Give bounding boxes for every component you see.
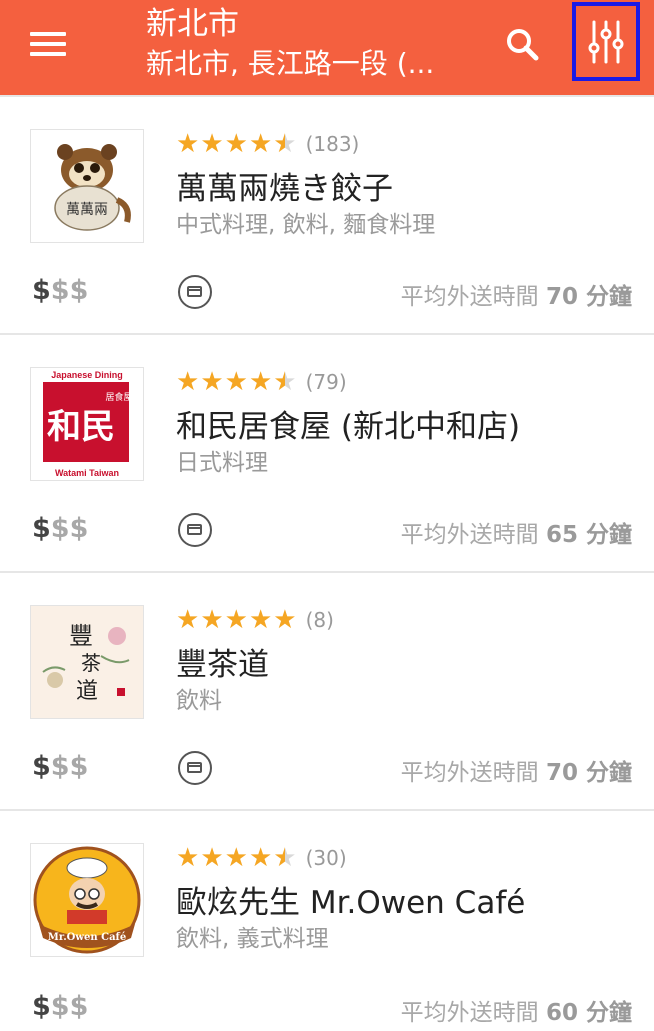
owen-banner-text: Mr.Owen Café <box>48 932 126 943</box>
watami-top-text: Japanese Dining <box>51 370 123 380</box>
star-icon: ★ <box>200 129 224 159</box>
price-level: $$$ <box>32 513 89 544</box>
location-selector[interactable]: 新北市 新北市, 長江路一段 (... <box>146 4 486 84</box>
svg-text:茶: 茶 <box>81 651 101 675</box>
star-icon: ★ <box>224 367 248 397</box>
price-level: $$$ <box>32 751 89 782</box>
restaurant-name[interactable]: 歐炫先生 Mr.Owen Café <box>176 877 525 922</box>
star-icon: ★ <box>224 605 248 635</box>
star-icon: ★ <box>248 367 273 397</box>
half-star-icon: ★ <box>273 129 297 159</box>
card-payment-icon <box>178 751 212 785</box>
location-address: 新北市, 長江路一段 (... <box>146 47 435 80</box>
star-icon: ★ <box>273 605 297 635</box>
restaurant-name[interactable]: 和民居食屋 (新北中和店) <box>176 401 520 446</box>
star-icon: ★ <box>176 843 200 873</box>
half-star-icon: ★ <box>273 843 297 873</box>
watami-bottom-text: Watami Taiwan <box>55 468 119 478</box>
restaurant-name[interactable]: 豐茶道 <box>176 639 269 684</box>
search-icon[interactable] <box>500 22 546 68</box>
star-icon: ★ <box>200 367 224 397</box>
rating-stars: ★ ★ ★ ★ ★ (79) <box>176 368 347 396</box>
rating-stars: ★ ★ ★ ★ ★ (183) <box>176 130 359 158</box>
cuisine-tags: 飲料 <box>176 688 222 714</box>
svg-text:居食屋: 居食屋 <box>105 391 132 403</box>
restaurant-card[interactable]: 萬萬兩 ★ ★ ★ ★ ★ (183) 萬萬兩燒き餃子 中式料理, 飲料, 麵食… <box>0 95 654 335</box>
review-count: (30) <box>305 846 347 870</box>
cuisine-tags: 飲料, 義式料理 <box>176 926 329 952</box>
star-icon: ★ <box>176 129 200 159</box>
app-bar: 新北市 新北市, 長江路一段 (... <box>0 0 654 95</box>
svg-text:豐: 豐 <box>69 622 93 650</box>
review-count: (183) <box>305 132 360 156</box>
star-icon: ★ <box>176 367 200 397</box>
half-star-icon: ★ <box>273 367 297 397</box>
cuisine-tags: 日式料理 <box>176 450 268 476</box>
restaurant-name[interactable]: 萬萬兩燒き餃子 <box>176 163 393 208</box>
restaurant-logo-mr-owen: Mr.Owen Café <box>30 843 144 957</box>
delivery-time: 平均外送時間 65 分鐘 <box>400 522 632 548</box>
location-title: 新北市 <box>146 6 239 42</box>
price-level: $$$ <box>32 991 89 1022</box>
card-payment-icon <box>178 513 212 547</box>
restaurant-logo-feng-cha-dao: 豐 茶 道 <box>30 605 144 719</box>
star-icon: ★ <box>200 843 224 873</box>
star-icon: ★ <box>224 129 248 159</box>
review-count: (8) <box>305 608 334 632</box>
delivery-time: 平均外送時間 70 分鐘 <box>400 284 632 310</box>
restaurant-card[interactable]: 豐 茶 道 ★ ★ ★ ★ ★ (8) 豐茶道 飲料 $$$ 平均外送時間 70… <box>0 573 654 811</box>
restaurant-card[interactable]: Mr.Owen Café ★ ★ ★ ★ ★ (30) 歐炫先生 Mr.Owen… <box>0 811 654 1031</box>
restaurant-card[interactable]: Japanese Dining 和民 居食屋 Watami Taiwan ★ ★… <box>0 335 654 573</box>
svg-text:和民: 和民 <box>47 407 115 447</box>
star-icon: ★ <box>248 843 273 873</box>
rating-stars: ★ ★ ★ ★ ★ (30) <box>176 844 347 872</box>
filter-sliders-icon[interactable] <box>572 2 640 81</box>
star-icon: ★ <box>200 605 224 635</box>
rating-stars: ★ ★ ★ ★ ★ (8) <box>176 606 334 634</box>
restaurant-logo-watami: Japanese Dining 和民 居食屋 Watami Taiwan <box>30 367 144 481</box>
star-icon: ★ <box>176 605 200 635</box>
svg-text:道: 道 <box>76 679 98 704</box>
star-icon: ★ <box>224 843 248 873</box>
star-icon: ★ <box>248 605 273 635</box>
hamburger-menu-icon[interactable] <box>30 28 70 62</box>
cuisine-tags: 中式料理, 飲料, 麵食料理 <box>176 212 436 238</box>
review-count: (79) <box>305 370 347 394</box>
restaurant-list: 萬萬兩 ★ ★ ★ ★ ★ (183) 萬萬兩燒き餃子 中式料理, 飲料, 麵食… <box>0 95 654 1031</box>
svg-text:萬萬兩: 萬萬兩 <box>66 202 108 218</box>
restaurant-logo-tanuki: 萬萬兩 <box>30 129 144 243</box>
price-level: $$$ <box>32 275 89 306</box>
delivery-time: 平均外送時間 70 分鐘 <box>400 760 632 786</box>
card-payment-icon <box>178 275 212 309</box>
star-icon: ★ <box>248 129 273 159</box>
delivery-time: 平均外送時間 60 分鐘 <box>400 1000 632 1026</box>
